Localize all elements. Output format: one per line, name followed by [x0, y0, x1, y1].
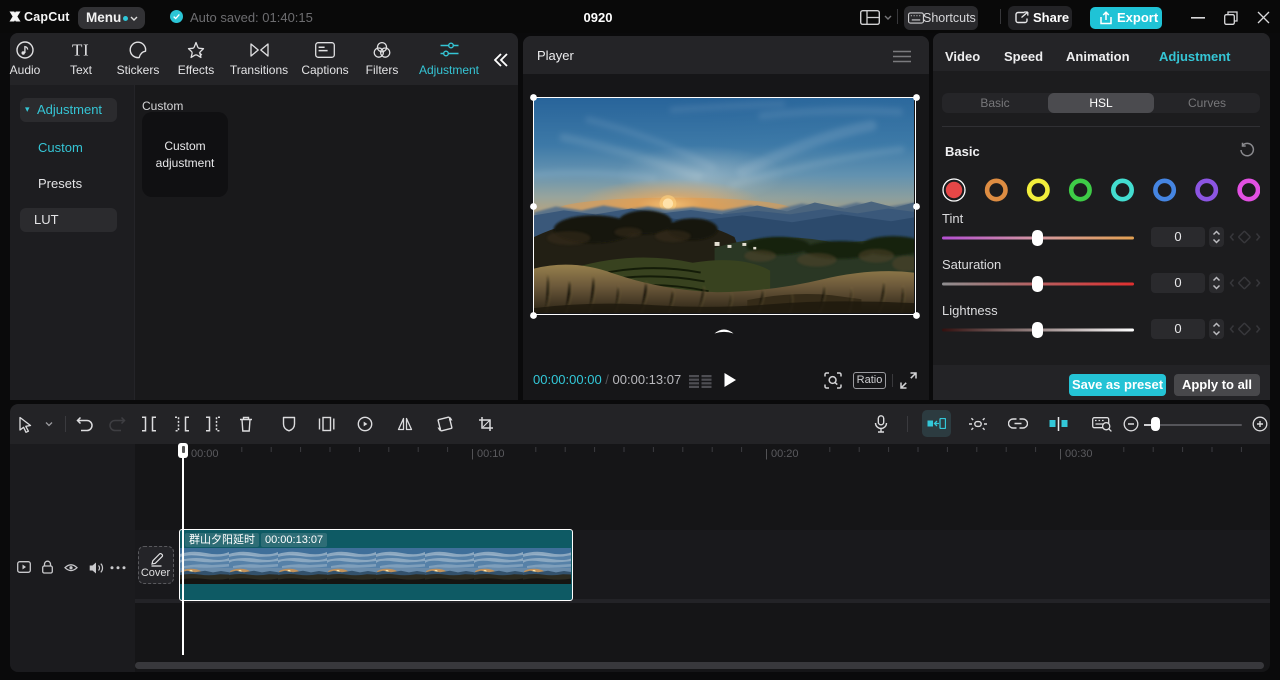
svg-text:|: | — [1059, 448, 1062, 460]
svg-text:00:20: 00:20 — [771, 448, 799, 460]
svg-text:T: T — [72, 41, 83, 59]
svg-text:00:30: 00:30 — [1065, 448, 1093, 460]
svg-text:|: | — [471, 448, 474, 460]
svg-text:00:00: 00:00 — [191, 448, 219, 460]
svg-text:I: I — [83, 41, 89, 59]
svg-text:|: | — [765, 448, 768, 460]
svg-text:00:10: 00:10 — [477, 448, 505, 460]
